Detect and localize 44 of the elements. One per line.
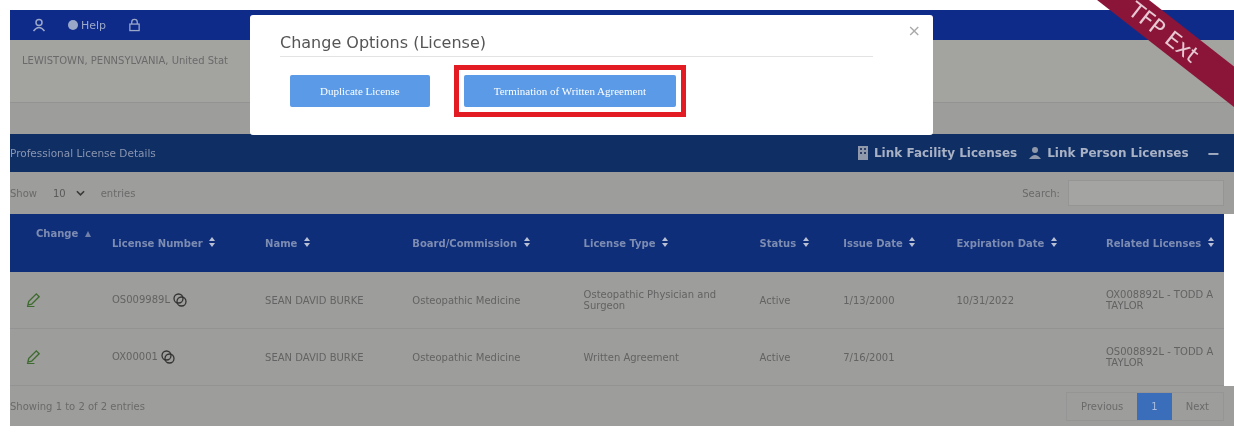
column-header[interactable]: Expiration Date: [948, 214, 1098, 272]
option-button[interactable]: Termination of Written Agreement: [463, 75, 676, 107]
person-icon: [1029, 147, 1042, 159]
table-cell: OX00001: [112, 351, 158, 362]
table-cell: Osteopathic Physician and Surgeon: [583, 289, 717, 311]
table-cell: OS009989L: [112, 294, 170, 305]
link-button[interactable]: Link Facility Licenses: [857, 146, 1018, 160]
table-cell: OS008892L - TODD A TAYLOR: [1106, 346, 1214, 368]
column-header[interactable]: Issue Date: [835, 214, 949, 272]
table-cell: SEAN DAVID BURKE: [265, 294, 364, 306]
column-header[interactable]: Status: [751, 214, 836, 272]
close-button[interactable]: ×: [907, 21, 921, 40]
table-cell: Osteopathic Medicine: [412, 294, 521, 306]
column-header[interactable]: Change: [10, 214, 104, 272]
column-header[interactable]: Name: [257, 214, 405, 272]
entries-select[interactable]: 10: [45, 184, 93, 202]
copy-icon[interactable]: [173, 293, 188, 307]
table-cell: Osteopathic Medicine: [412, 351, 521, 363]
collapse-button[interactable]: −: [1200, 143, 1226, 163]
table-cell: Written Agreement: [583, 351, 679, 363]
column-header[interactable]: License Number: [104, 214, 258, 272]
table-cell: OX008892L - TODD A TAYLOR: [1106, 289, 1214, 311]
table-cell: Active: [759, 351, 791, 363]
address-text: LEWISTOWN, PENNSYLVANIA, United Stat: [22, 55, 229, 66]
help-icon: [68, 20, 78, 30]
column-header[interactable]: License Type: [575, 214, 752, 272]
column-header[interactable]: Board/Commission: [404, 214, 576, 272]
panel-title: Professional License Details: [10, 147, 156, 159]
building-icon: [857, 146, 868, 160]
option-button[interactable]: Duplicate License: [290, 75, 430, 107]
page-button[interactable]: 1: [1137, 392, 1172, 420]
table-cell: 7/16/2001: [843, 351, 895, 363]
table-cell: Active: [759, 294, 791, 306]
help-link[interactable]: Help: [68, 18, 107, 32]
column-header[interactable]: Related Licenses: [1098, 214, 1224, 272]
caret-icon: [75, 190, 85, 196]
copy-icon[interactable]: [161, 350, 176, 364]
link-button[interactable]: Link Person Licenses: [1029, 146, 1189, 160]
user-icon[interactable]: [32, 18, 46, 32]
table-cell: 1/13/2000: [843, 294, 895, 306]
lock-icon[interactable]: [128, 18, 142, 32]
modal-title: Change Options (License): [280, 33, 486, 52]
table-cell: 10/31/2022: [956, 294, 1015, 306]
table-cell: SEAN DAVID BURKE: [265, 351, 364, 363]
